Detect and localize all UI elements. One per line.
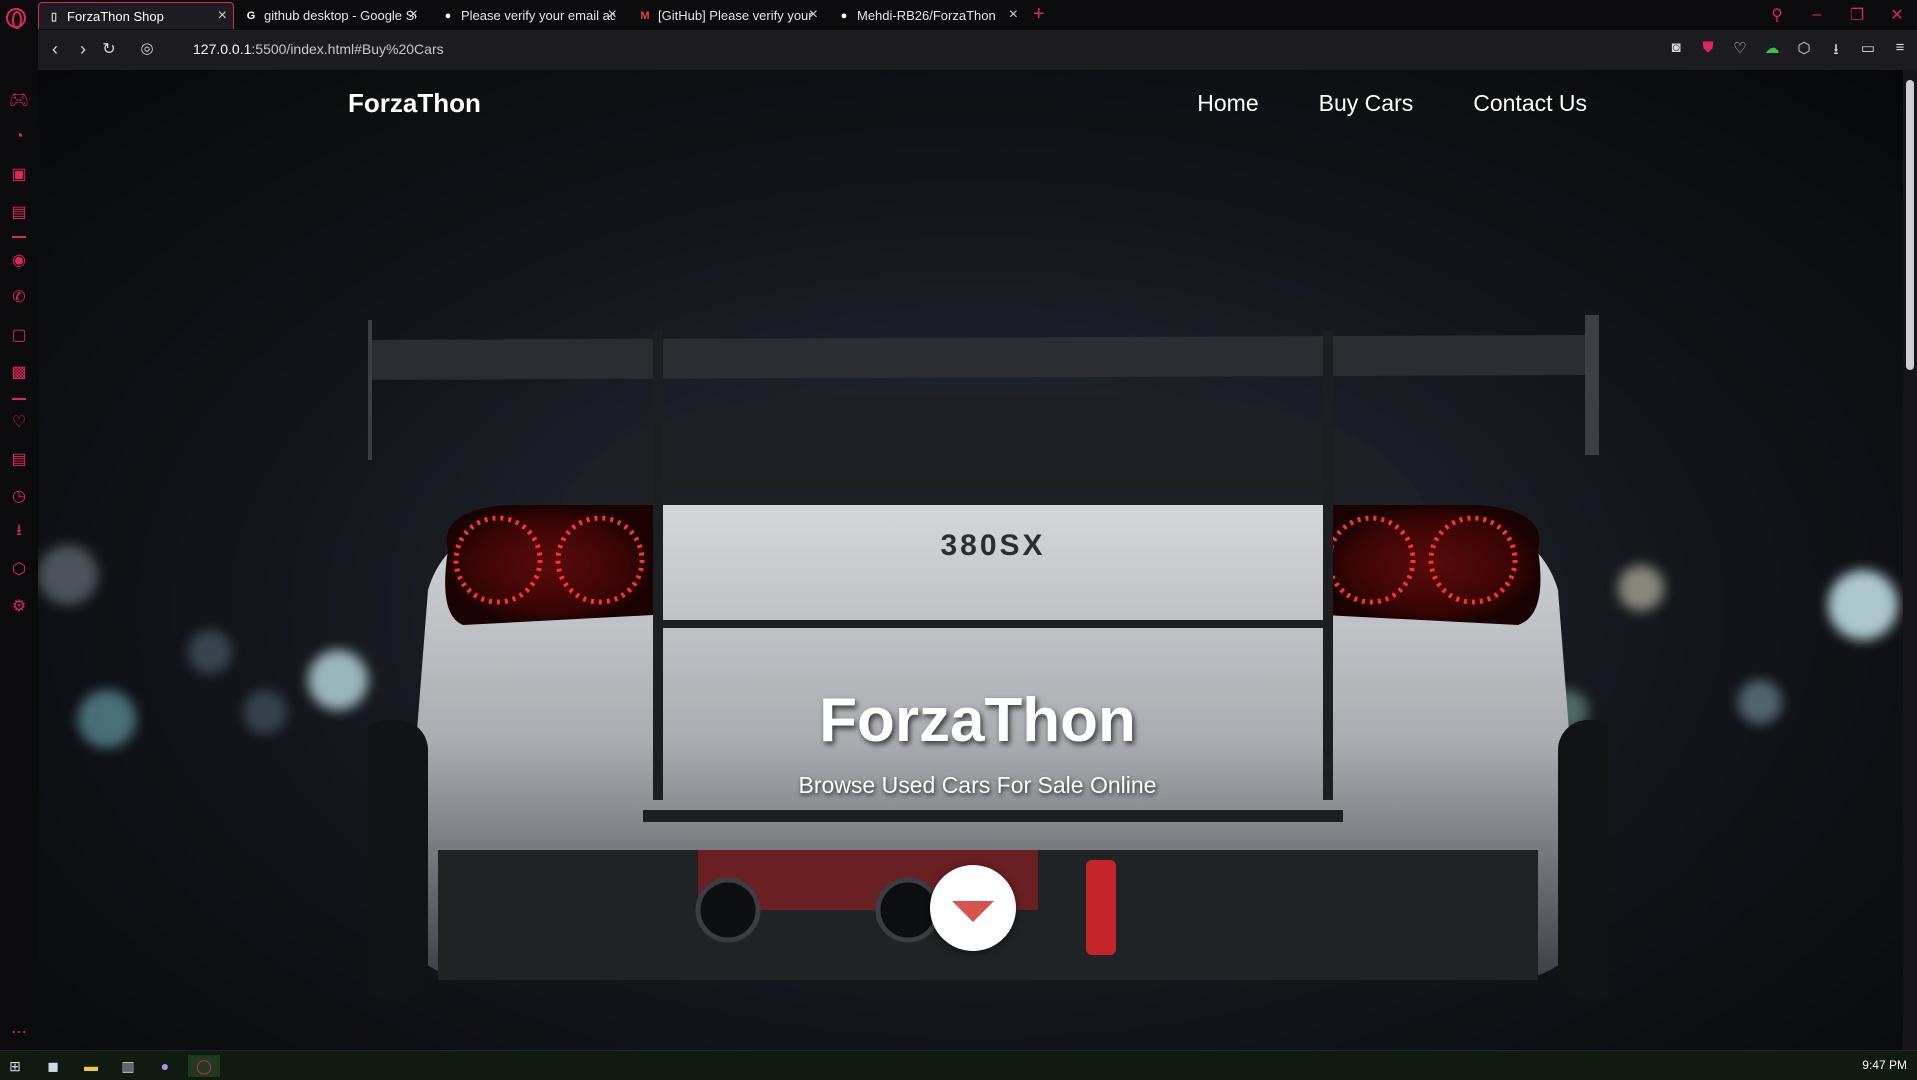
close-tab-icon[interactable]: × [608,6,617,24]
nav-buy-cars[interactable]: Buy Cars [1319,90,1414,117]
close-window-icon[interactable]: ✕ [1877,5,1917,25]
tab-gmail-github[interactable]: M [GitHub] Please verify your × [630,2,824,29]
file-explorer-icon[interactable]: ▬ [80,1055,102,1077]
extensions-cube-icon[interactable]: ⬡ [7,557,31,581]
tab-strip: ▯ ForzaThon Shop × G github desktop - Go… [0,0,1917,30]
opera-sidebar: 🎮︎ ◔ ▣ ▤ ◉ ✆ ▢ ▩ ♡ ▤ ◷ ⭳ ⬡ ⚙ ⋯ [0,30,38,1050]
window-controls: ⚲ – ❐ ✕ [1757,0,1917,30]
close-tab-icon[interactable]: × [809,6,818,24]
forward-icon[interactable]: › [72,39,94,60]
sidebar-separator [12,236,26,238]
tab-forzathon-shop[interactable]: ▯ ForzaThon Shop × [38,2,234,29]
rear-wing [368,335,1598,380]
download-icon[interactable]: ⭳ [1825,39,1847,64]
minimize-icon[interactable]: – [1797,6,1837,24]
bag-icon[interactable]: ▣ [7,162,31,186]
tab-title: github desktop - Google Se [264,8,416,23]
tab-title: ForzaThon Shop [67,8,164,24]
windows-start-icon[interactable]: ⊞ [4,1055,26,1077]
page-icon: ▯ [50,10,58,23]
site-logo[interactable]: ForzaThon [348,88,481,119]
search-tabs-icon[interactable]: ⚲ [1757,5,1797,25]
back-icon[interactable]: ‹ [44,39,66,60]
bokeh-light [188,630,232,674]
opera-gx-taskbar-icon[interactable]: ◯ [188,1055,220,1077]
gmail-icon: M [640,9,650,22]
new-tab-button[interactable]: + [1033,3,1045,26]
messenger-icon[interactable]: ◉ [7,248,31,272]
adblock-shield-icon[interactable]: ⛊ [1697,39,1719,64]
more-dots-icon[interactable]: ⋯ [7,1020,31,1044]
hero-title: ForzaThon [819,686,1136,755]
site-info-icon[interactable]: ◎ [136,39,158,57]
discord-icon[interactable]: ▩ [7,360,31,384]
close-tab-icon[interactable]: × [1009,6,1018,24]
heart-icon[interactable]: ♡ [7,410,31,434]
url-path: :5500/index.html#Buy%20Cars [251,41,444,57]
scrollbar-thumb[interactable] [1906,80,1914,370]
tab-title: [GitHub] Please verify your [658,8,813,23]
camera-icon[interactable]: ◙ [1665,39,1687,64]
restore-icon[interactable]: ❐ [1837,5,1877,25]
sidebar-separator [12,398,26,400]
history-clock-icon[interactable]: ◷ [7,484,31,508]
url-field[interactable]: 127.0.0.1:5500/index.html#Buy%20Cars [193,41,444,57]
page-scrollbar[interactable] [1903,70,1917,1050]
github-icon: ● [444,9,452,22]
address-bar-tools: ◙ ⛊ ♡ ☁ ⬡ ⭳ ▭ ≡ [1665,39,1911,64]
news-icon[interactable]: ▤ [7,447,31,471]
extensions-cube-icon[interactable]: ⬡ [1793,39,1815,64]
discord-app-icon[interactable]: ◼ [42,1055,64,1077]
battery-icon[interactable]: ▭ [1857,39,1879,64]
gamepad-icon[interactable]: 🎮︎ [7,88,31,112]
tab-github-repo[interactable]: ● Mehdi-RB26/ForzaThon × [829,2,1024,29]
easy-setup-icon[interactable]: ≡ [1889,39,1911,64]
windows-taskbar: ⊞ ◼ ▬ ▥ ● ◯ 9:47 PM [0,1050,1917,1080]
github-icon: ● [840,9,848,22]
tab-google-search[interactable]: G github desktop - Google Se × [236,2,424,29]
address-bar: ‹ › ↻ ◎ 127.0.0.1:5500/index.html#Buy%20… [38,30,1917,70]
app-icon[interactable]: ● [154,1055,176,1077]
settings-gear-icon[interactable]: ⚙ [7,594,31,618]
bokeh-light [38,545,98,605]
tab-verify-email[interactable]: ● Please verify your email ad × [433,2,623,29]
hero-subtitle: Browse Used Cars For Sale Online [798,772,1157,798]
instagram-icon[interactable]: ▢ [7,323,31,347]
close-tab-icon[interactable]: × [409,6,418,24]
tab-title: Please verify your email ad [461,8,615,23]
badge-text: 380SX [940,529,1045,562]
reload-icon[interactable]: ↻ [98,39,120,59]
taskbar-clock[interactable]: 9:47 PM [1862,1058,1907,1072]
bokeh-light [1618,565,1664,611]
notepad-icon[interactable]: ▥ [117,1055,139,1077]
nav-contact-us[interactable]: Contact Us [1473,90,1587,117]
heart-icon[interactable]: ♡ [1729,39,1751,64]
opera-menu-icon[interactable] [6,8,26,29]
bokeh-light [1828,570,1898,640]
close-tab-icon[interactable]: × [218,7,227,25]
arrow-down-icon [952,900,994,922]
downloads-icon[interactable]: ⭳ [7,520,31,544]
vpn-icon[interactable]: ☁ [1761,39,1783,64]
tab-title: Mehdi-RB26/ForzaThon [857,8,996,23]
whatsapp-icon[interactable]: ✆ [7,285,31,309]
url-host: 127.0.0.1 [193,41,252,57]
scroll-down-button[interactable] [930,865,1016,951]
twitch-icon[interactable]: ▤ [7,200,31,224]
speedometer-icon[interactable]: ◔ [7,125,31,149]
nav-home[interactable]: Home [1197,90,1258,117]
page-viewport: 380SX ForzaThon Home Buy Cars Contact Us… [38,70,1917,1050]
google-icon: G [246,9,256,22]
site-nav: Home Buy Cars Contact Us [1197,90,1587,117]
